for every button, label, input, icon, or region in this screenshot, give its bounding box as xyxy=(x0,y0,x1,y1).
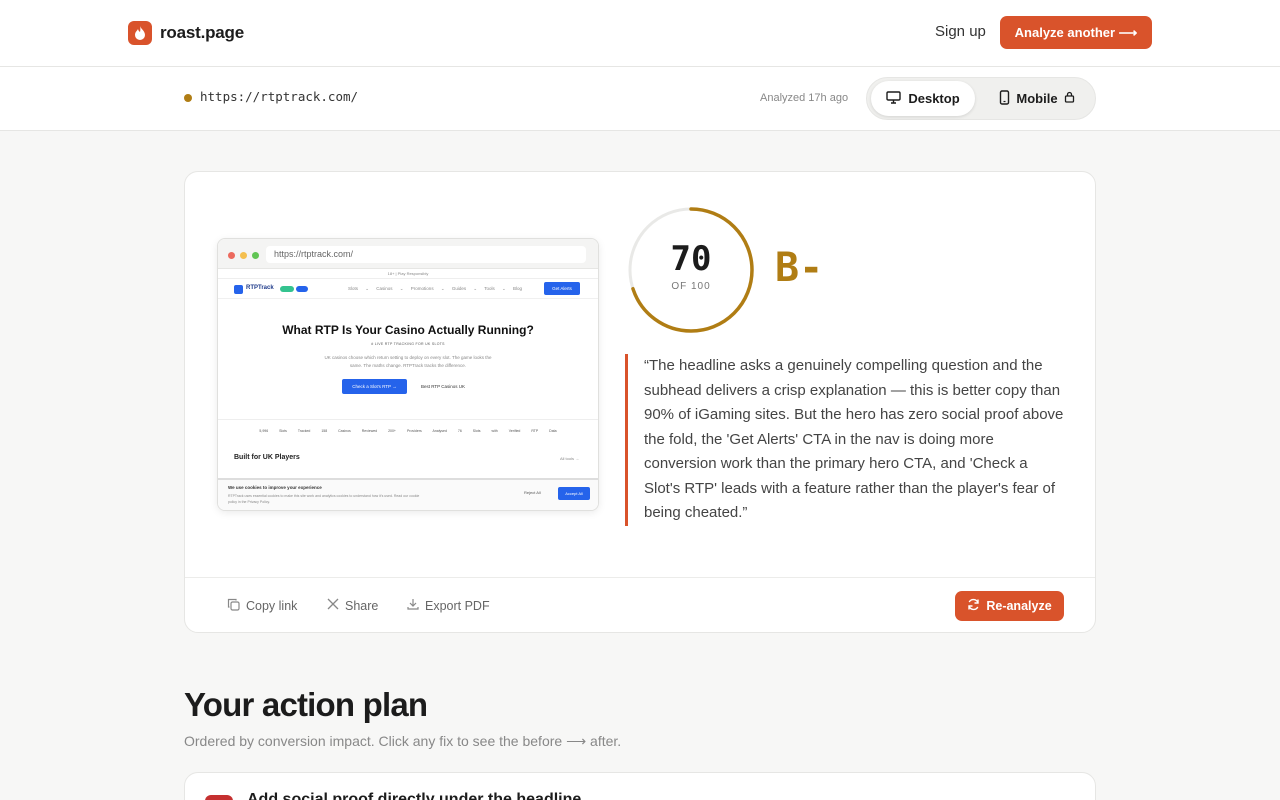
top-nav: roast.page Sign up Analyze another ⟶ xyxy=(0,0,1280,67)
cookie-accept: Accept All xyxy=(558,487,590,500)
phone-icon xyxy=(999,89,1010,108)
mini-headline: What RTP Is Your Casino Actually Running… xyxy=(282,323,534,337)
export-pdf-label: Export PDF xyxy=(425,598,490,613)
screenshot-url: https://rtptrack.com/ xyxy=(266,246,586,263)
score-out-of: OF 100 xyxy=(671,281,711,292)
cookie-reject: Reject All xyxy=(524,490,541,495)
lock-icon xyxy=(1064,91,1075,106)
priority-badge xyxy=(205,795,233,800)
mini-logo-icon xyxy=(234,285,243,294)
mini-badge xyxy=(296,286,308,292)
flame-icon xyxy=(128,21,152,45)
mini-cookie-banner: We use cookies to improve your experienc… xyxy=(218,478,598,510)
mini-badge xyxy=(280,286,294,292)
export-pdf-button[interactable]: Export PDF xyxy=(407,598,490,613)
mini-primary-button: Check a Slot's RTP → xyxy=(342,379,407,394)
mini-stats: 5,996 Slots Tracked 158 Casinos Reviewed… xyxy=(218,419,598,441)
monitor-icon xyxy=(886,90,902,107)
card-footer: Copy link Share Export PDF Re-analyze xyxy=(185,577,1095,632)
toggle-desktop-label: Desktop xyxy=(908,91,960,106)
mini-subhead: UK casinos choose which return setting t… xyxy=(324,355,492,368)
browser-chrome: https://rtptrack.com/ xyxy=(218,239,598,269)
copy-icon xyxy=(227,598,240,614)
toggle-mobile-label: Mobile xyxy=(1016,91,1058,106)
copy-link-label: Copy link xyxy=(246,599,298,613)
cookie-title: We use cookies to improve your experienc… xyxy=(228,485,322,490)
signup-link[interactable]: Sign up xyxy=(935,23,986,40)
mini-section-title: Built for UK Players xyxy=(234,454,300,461)
analyzed-url: https://rtptrack.com/ xyxy=(200,89,359,104)
score-grade: B- xyxy=(775,245,824,291)
toggle-desktop[interactable]: Desktop xyxy=(871,81,975,116)
plan-title: Your action plan xyxy=(184,686,428,723)
verdict-quote: “The headline asks a genuinely compellin… xyxy=(625,354,1065,526)
maximize-dot xyxy=(252,252,259,259)
result-card: https://rtptrack.com/ 18+ | Play Respons… xyxy=(184,171,1096,633)
download-icon xyxy=(407,598,419,613)
score-value: 70 xyxy=(670,239,712,279)
plan-item-title: Add social proof directly under the head… xyxy=(247,791,582,800)
reanalyze-button[interactable]: Re-analyze xyxy=(955,591,1064,621)
mini-all-tools: All tools → xyxy=(560,456,580,461)
brand-name: roast.page xyxy=(160,23,244,42)
refresh-icon xyxy=(967,598,980,614)
share-button[interactable]: Share xyxy=(327,598,378,613)
x-icon xyxy=(327,598,339,613)
toggle-mobile[interactable]: Mobile xyxy=(985,81,1089,116)
mini-cta: Get Alerts xyxy=(544,282,580,295)
mini-kicker: # LIVE RTP TRACKING FOR UK SLOTS xyxy=(371,342,445,346)
device-toggle: Desktop Mobile xyxy=(866,77,1096,120)
reanalyze-label: Re-analyze xyxy=(986,599,1052,613)
minimize-dot xyxy=(240,252,247,259)
analyzed-time: Analyzed 17h ago xyxy=(760,92,849,104)
plan-subtitle: Ordered by conversion impact. Click any … xyxy=(184,733,622,749)
copy-link-button[interactable]: Copy link xyxy=(227,598,297,614)
cookie-text: RTPTrack uses essential cookies to make … xyxy=(228,494,420,504)
mini-logo-text: RTPTrack xyxy=(246,285,274,291)
mini-nav: RTPTrack Slots ⌄ Casinos ⌄ Promotions ⌄ … xyxy=(218,279,598,299)
close-dot xyxy=(228,252,235,259)
url-bar: https://rtptrack.com/ Analyzed 17h ago D… xyxy=(0,67,1280,131)
mini-topbar: 18+ | Play Responsibly xyxy=(218,269,598,279)
status-dot xyxy=(184,94,192,102)
site-screenshot[interactable]: https://rtptrack.com/ 18+ | Play Respons… xyxy=(217,238,599,511)
brand-logo[interactable]: roast.page xyxy=(128,21,244,45)
plan-item[interactable]: Add social proof directly under the head… xyxy=(184,772,1096,800)
analyze-another-button[interactable]: Analyze another ⟶ xyxy=(1000,16,1152,49)
share-label: Share xyxy=(345,598,379,613)
mini-secondary-button: Best RTP Casinos UK xyxy=(420,384,466,389)
mini-menu: Slots ⌄ Casinos ⌄ Promotions ⌄ Guides ⌄ … xyxy=(348,286,523,291)
